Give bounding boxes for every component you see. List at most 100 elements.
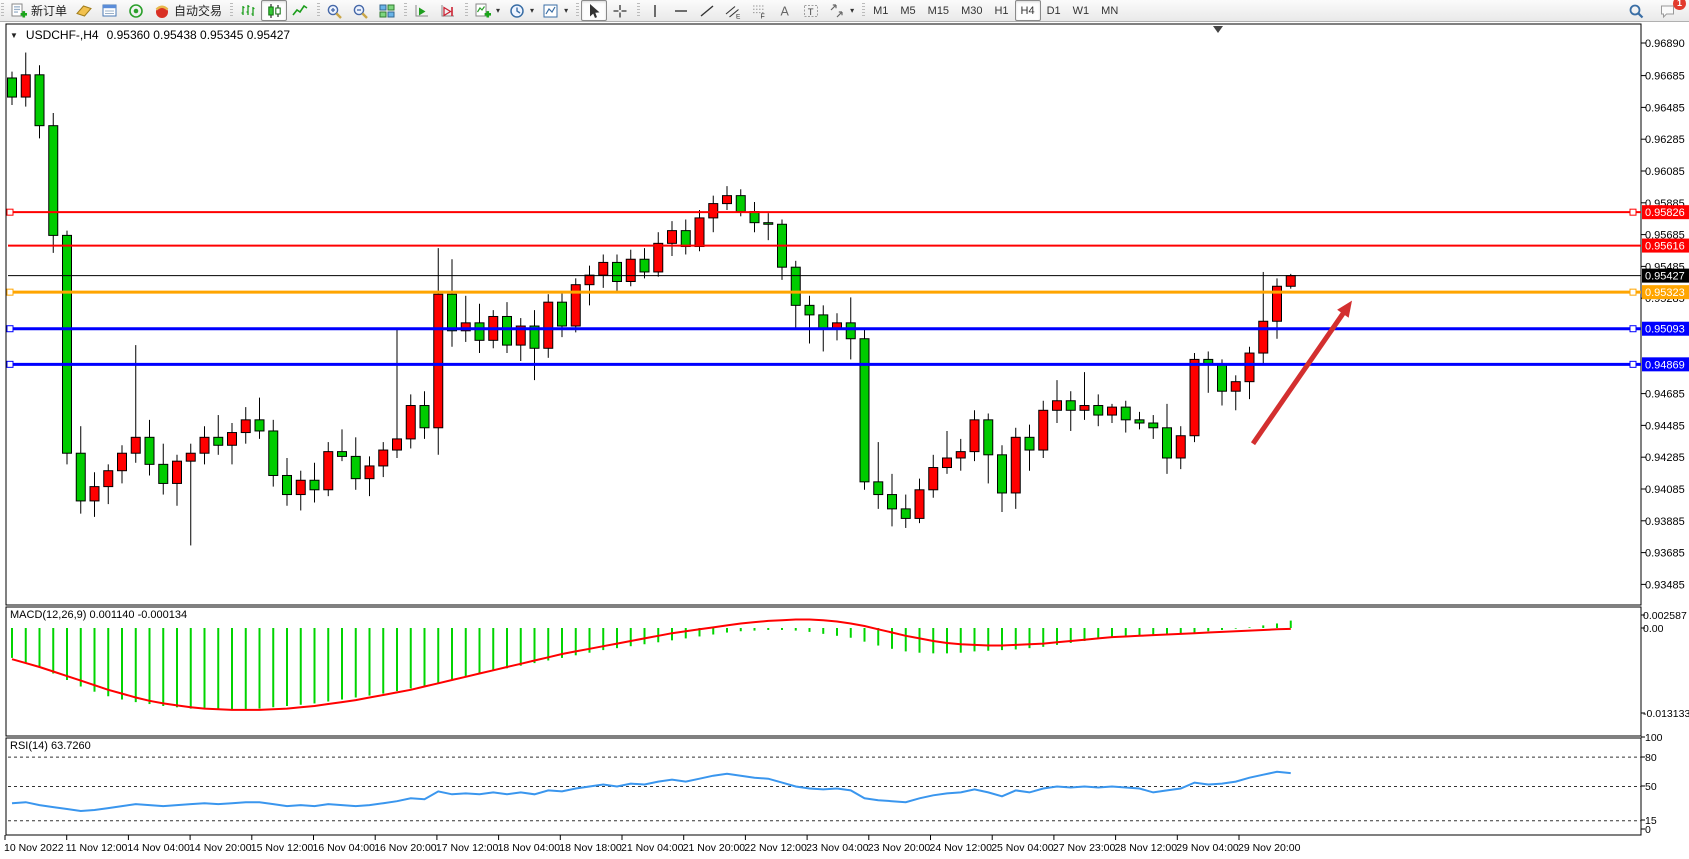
timeframe-button-W1[interactable]: W1: [1067, 0, 1096, 21]
chip-text: 0.95323: [1645, 287, 1685, 299]
timeframe-button-D1[interactable]: D1: [1041, 0, 1067, 21]
cursor-button[interactable]: [581, 0, 607, 21]
bear-candle-body: [503, 316, 512, 345]
channel-button[interactable]: E: [720, 0, 746, 21]
label-button[interactable]: T: [798, 0, 824, 21]
macd-pane[interactable]: [6, 607, 1641, 736]
timeframe-button-M15[interactable]: M15: [922, 0, 955, 21]
timeframe-button-MN[interactable]: MN: [1095, 0, 1124, 21]
bull-candle-body: [599, 262, 608, 275]
bull-candle-body: [104, 471, 113, 487]
bull-candle-body: [21, 75, 30, 97]
hline-button[interactable]: [668, 0, 694, 21]
collapse-arrow-icon[interactable]: ▼: [10, 31, 18, 40]
bear-candle-body: [269, 431, 278, 476]
data-window-icon: [101, 3, 119, 19]
templates-button[interactable]: ▾: [538, 0, 572, 21]
price-axis[interactable]: 0.968900.966850.964850.962850.960850.958…: [1641, 38, 1689, 836]
indicators-button[interactable]: ▾: [470, 0, 504, 21]
line-anchor-right[interactable]: [1630, 326, 1636, 332]
timeframe-button-M5[interactable]: M5: [894, 0, 921, 21]
candlestick-chart-canvas[interactable]: 0.968900.966850.964850.962850.960850.958…: [0, 22, 1689, 859]
navigator-button[interactable]: [123, 0, 149, 21]
auto-scroll-button[interactable]: [409, 0, 435, 21]
line-anchor-left[interactable]: [7, 209, 13, 215]
line-anchor-right[interactable]: [1630, 209, 1636, 215]
bear-candle-body: [214, 437, 223, 445]
bear-candle-body: [846, 323, 855, 339]
line-chart-button[interactable]: [287, 0, 313, 21]
indicators-icon: [474, 3, 492, 19]
bull-candle-body: [943, 458, 952, 468]
rsi-axis-label: 80: [1645, 752, 1657, 764]
time-tick-label: 11 Nov 12:00: [66, 842, 128, 854]
timeframe-button-H4[interactable]: H4: [1015, 0, 1041, 21]
bear-candle-body: [764, 223, 773, 225]
macd-indicator-label: MACD(12,26,9) 0.001140 -0.000134: [10, 609, 187, 621]
bear-candle-body: [791, 267, 800, 305]
toolbar-group: [403, 0, 464, 21]
bear-candle-body: [1135, 420, 1144, 423]
zoom-out-button[interactable]: [348, 0, 374, 21]
search-button[interactable]: [1623, 0, 1649, 21]
text-button[interactable]: A: [772, 0, 798, 21]
line-anchor-left[interactable]: [7, 361, 13, 367]
line-chart-icon: [291, 3, 309, 19]
bar-chart-button[interactable]: [235, 0, 261, 21]
bear-candle-body: [145, 437, 154, 464]
tile-windows-button[interactable]: [374, 0, 400, 21]
candle: [63, 231, 72, 465]
bull-candle-body: [324, 452, 333, 490]
bear-candle-body: [255, 420, 264, 431]
new-order-button[interactable]: 新订单: [6, 0, 71, 21]
chart-shift-button[interactable]: [435, 0, 461, 21]
timeframe-button-M30[interactable]: M30: [955, 0, 988, 21]
vline-button[interactable]: [642, 0, 668, 21]
bear-candle-body: [998, 455, 1007, 493]
chevron-down-icon[interactable]: ▾: [564, 6, 568, 15]
toolbar-right: 1: [1623, 0, 1689, 21]
bull-candle-body: [970, 420, 979, 452]
timeframe-button-H1[interactable]: H1: [988, 0, 1014, 21]
bear-candle-body: [819, 315, 828, 329]
zoom-in-button[interactable]: [322, 0, 348, 21]
data-window-button[interactable]: [97, 0, 123, 21]
crosshair-button[interactable]: [607, 0, 633, 21]
autotrading-button[interactable]: 自动交易: [149, 0, 226, 21]
chevron-down-icon[interactable]: ▾: [496, 6, 500, 15]
line-anchor-left[interactable]: [7, 289, 13, 295]
bull-candle-body: [1176, 436, 1185, 458]
time-tick-label: 16 Nov 20:00: [374, 842, 437, 854]
line-anchor-right[interactable]: [1630, 361, 1636, 367]
autotrading-icon: [153, 3, 171, 19]
line-anchor-left[interactable]: [7, 326, 13, 332]
periods-button[interactable]: ▾: [504, 0, 538, 21]
bull-candle-body: [1053, 401, 1062, 411]
shapes-button[interactable]: ▾: [824, 0, 858, 21]
line-anchor-right[interactable]: [1630, 289, 1636, 295]
cursor-icon: [585, 3, 603, 19]
candlestick-button[interactable]: [261, 0, 287, 21]
toolbar-group: [316, 0, 403, 21]
fibonacci-button[interactable]: F: [746, 0, 772, 21]
bull-candle-body: [186, 453, 195, 461]
bear-candle-body: [805, 305, 814, 315]
auto-scroll-icon: [413, 3, 431, 19]
price-label-chip: 0.95093: [1642, 322, 1689, 336]
chat-button[interactable]: 1: [1655, 0, 1681, 21]
toolbar-group: ▾ ▾ ▾: [464, 0, 575, 21]
timeframe-button-M1[interactable]: M1: [867, 0, 894, 21]
svg-text:F: F: [761, 13, 765, 19]
ticker-button[interactable]: [71, 0, 97, 21]
bear-candle-body: [35, 75, 44, 126]
bull-candle-body: [626, 259, 635, 281]
time-axis[interactable]: 10 Nov 202211 Nov 12:0014 Nov 04:0014 No…: [4, 835, 1301, 854]
chevron-down-icon[interactable]: ▾: [850, 6, 854, 15]
bull-candle-body: [1039, 410, 1048, 450]
bull-candle-body: [1108, 407, 1117, 415]
bear-candle-body: [283, 475, 292, 494]
chevron-down-icon[interactable]: ▾: [530, 6, 534, 15]
bull-candle-body: [709, 204, 718, 218]
trendline-button[interactable]: [694, 0, 720, 21]
bull-candle-body: [118, 453, 127, 470]
